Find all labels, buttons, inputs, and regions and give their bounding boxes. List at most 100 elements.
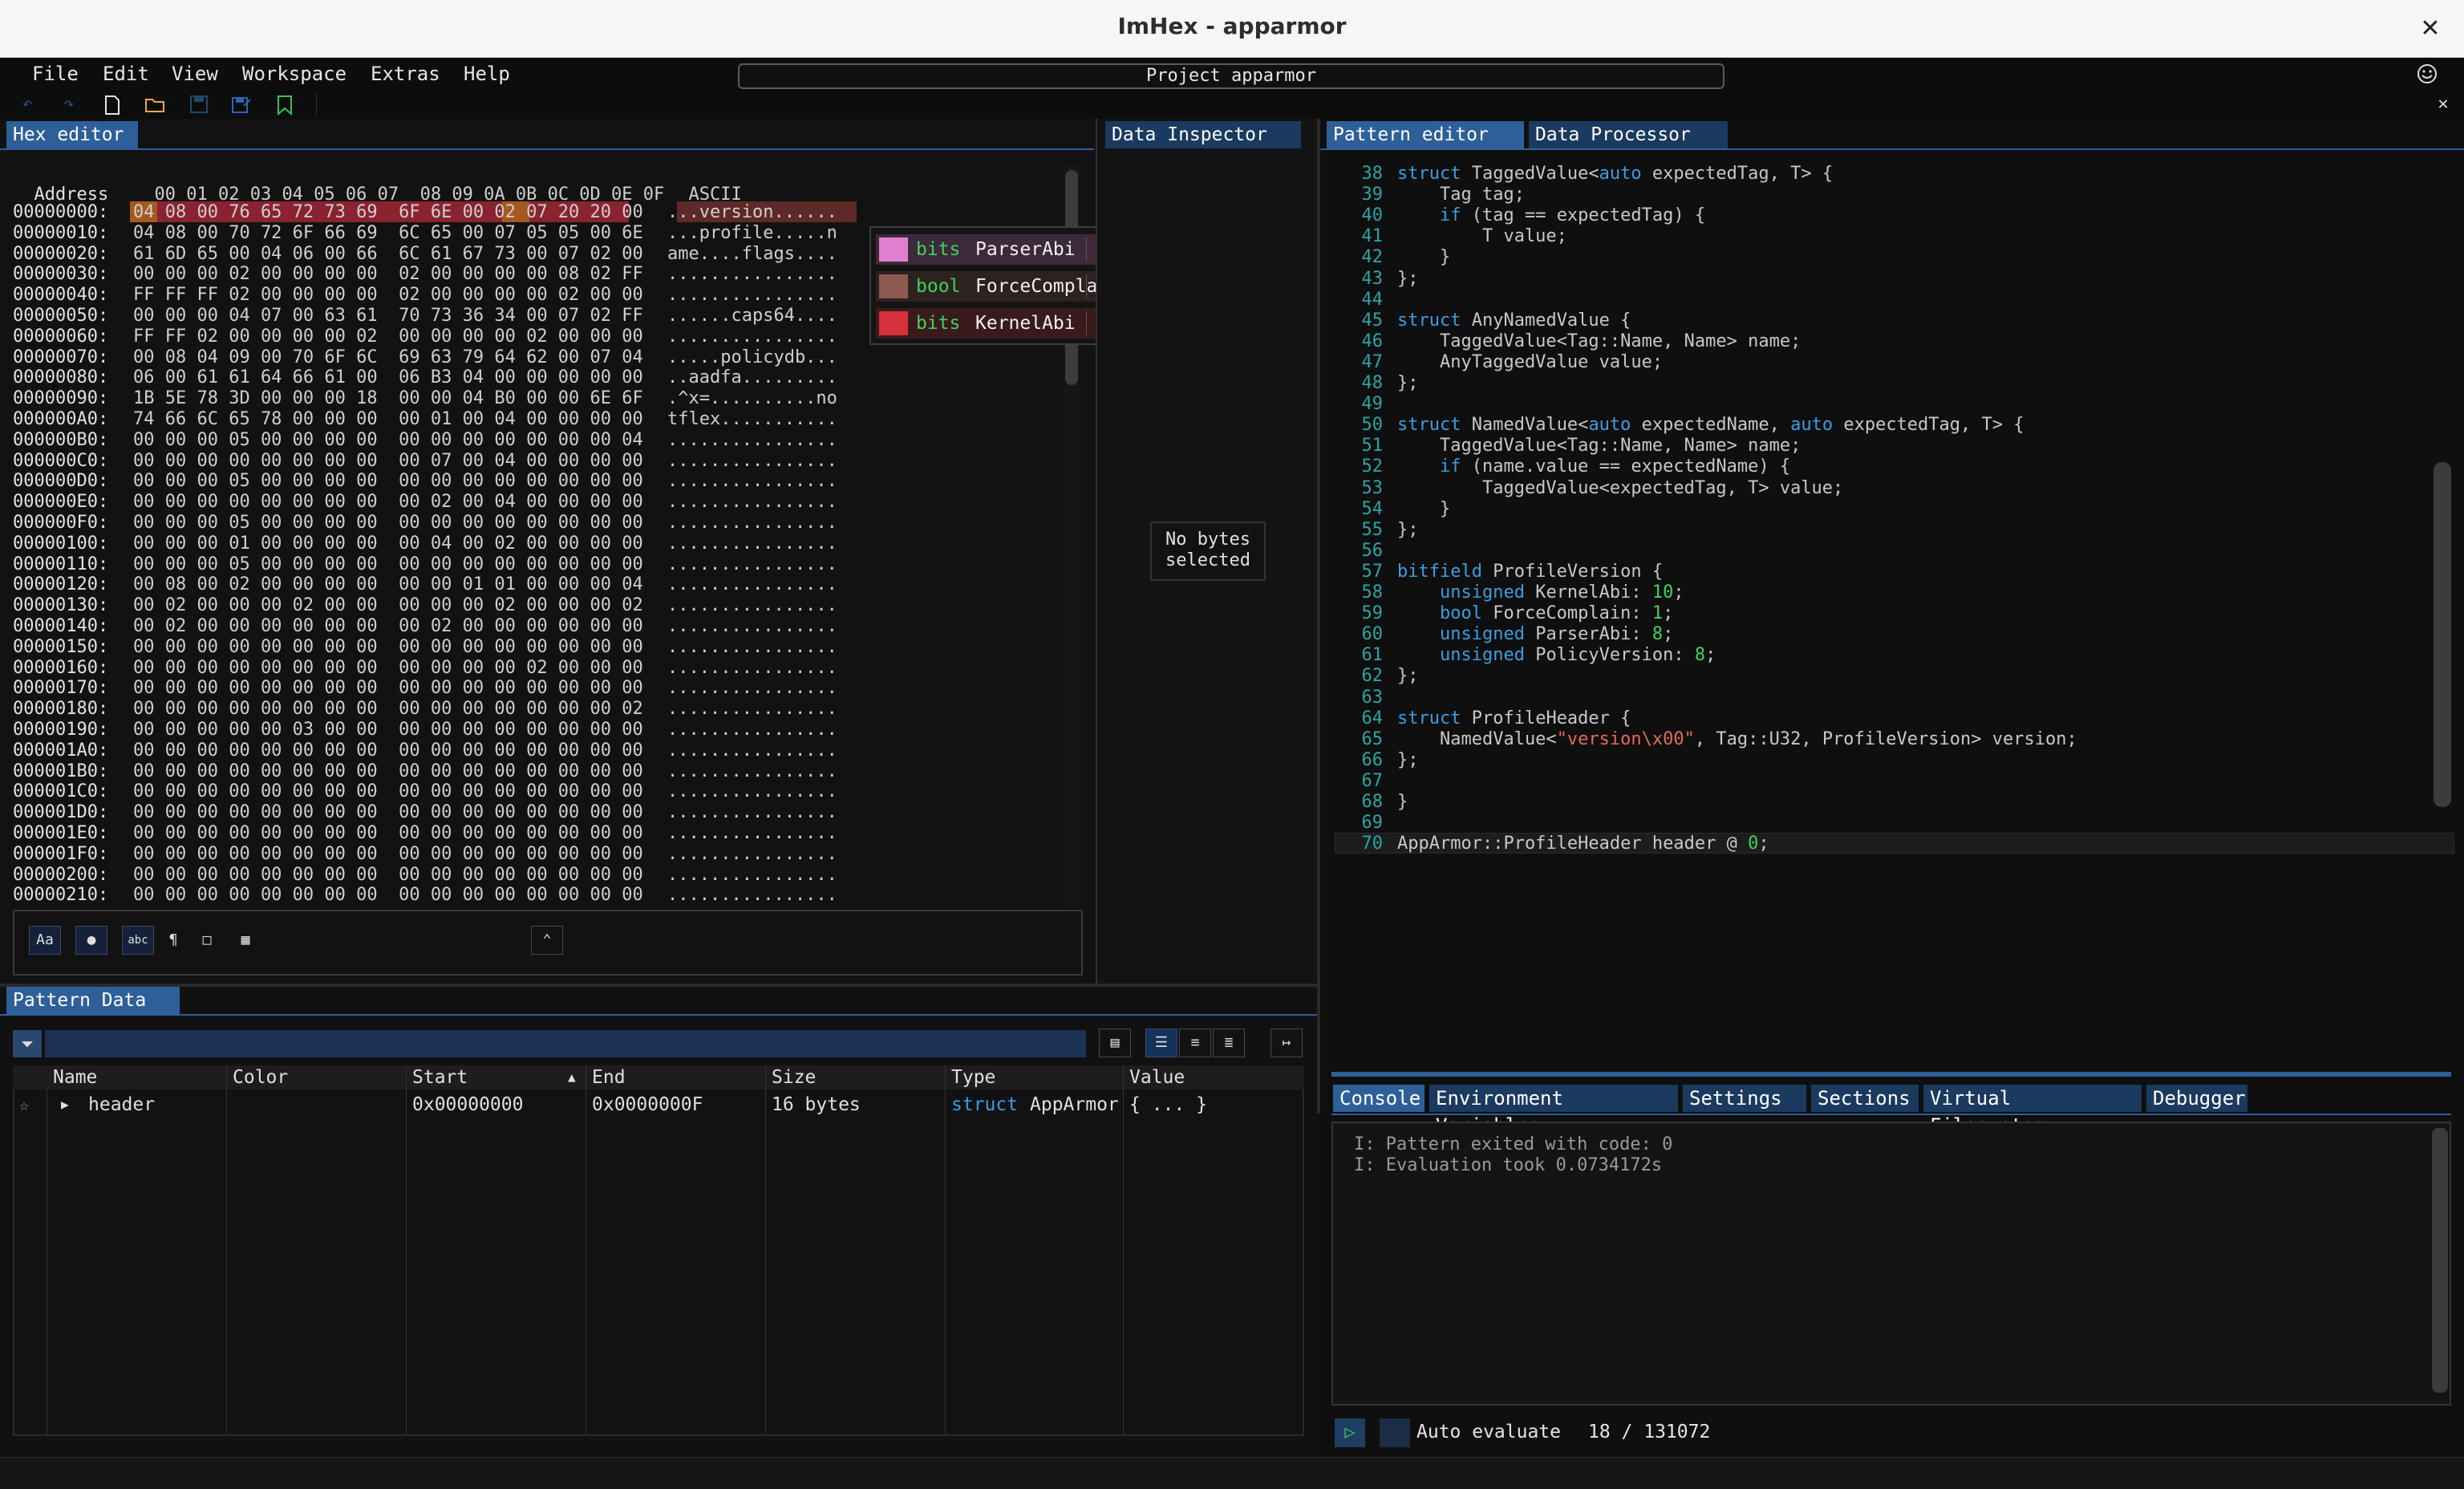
- hex-ascii[interactable]: ................: [667, 327, 837, 347]
- hex-row[interactable]: 00000160: 00 00 00 00 00 00 00 00 00 00 0…: [13, 658, 837, 679]
- code-line[interactable]: 50 struct NamedValue<auto expectedName, a…: [1335, 415, 2024, 436]
- code-line[interactable]: 54 }: [1335, 499, 1451, 520]
- code-line[interactable]: 61 unsigned PolicyVersion: 8;: [1335, 645, 1716, 666]
- hex-bytes[interactable]: 04 08 00 70 72 6F 66 69 6C 65 00 07 05 0…: [133, 223, 667, 244]
- hex-row[interactable]: 00000120: 00 08 00 02 00 00 00 00 00 00 0…: [13, 574, 837, 595]
- code-line[interactable]: 59 bool ForceComplain: 1;: [1335, 603, 1674, 624]
- col-color[interactable]: Color: [233, 1065, 288, 1089]
- menu-edit[interactable]: Edit: [103, 63, 149, 85]
- hex-ascii[interactable]: ................: [667, 534, 837, 554]
- hex-bytes[interactable]: 1B 5E 78 3D 00 00 00 18 00 00 04 B0 00 0…: [133, 388, 667, 409]
- table-icon[interactable]: ▦: [229, 926, 261, 955]
- hex-ascii[interactable]: ................: [667, 285, 837, 306]
- code-line[interactable]: 65 NamedValue<"version\x00", Tag::U32, P…: [1335, 729, 2077, 750]
- hex-row[interactable]: 00000020: 61 6D 65 00 04 06 00 66 6C 61 6…: [13, 244, 837, 265]
- hex-row[interactable]: 00000050: 00 00 00 04 07 00 63 61 70 73 3…: [13, 306, 837, 327]
- hex-row[interactable]: 000001B0: 00 00 00 00 00 00 00 00 00 00 0…: [13, 761, 837, 782]
- code-line[interactable]: 58 unsigned KernelAbi: 10;: [1335, 582, 1684, 603]
- col-value[interactable]: Value: [1129, 1065, 1185, 1089]
- code-line[interactable]: 67: [1335, 771, 1397, 792]
- hex-row[interactable]: 00000030: 00 00 00 02 00 00 00 00 02 00 0…: [13, 264, 837, 285]
- hex-row[interactable]: 00000100: 00 00 00 01 00 00 00 00 00 04 0…: [13, 534, 837, 554]
- code-line[interactable]: 69: [1335, 813, 1397, 834]
- hex-ascii[interactable]: tflex...........: [667, 409, 837, 430]
- hex-row[interactable]: 000001F0: 00 00 00 00 00 00 00 00 00 00 0…: [13, 844, 837, 865]
- hex-bytes[interactable]: 00 00 00 05 00 00 00 00 00 00 00 00 00 0…: [133, 554, 667, 575]
- hex-ascii[interactable]: ................: [667, 554, 837, 575]
- hex-row[interactable]: 00000000: 04 08 00 76 65 72 73 69 6F 6E 0…: [13, 202, 837, 223]
- hex-bytes[interactable]: 00 00 00 05 00 00 00 00 00 00 00 00 00 0…: [133, 430, 667, 451]
- hex-row[interactable]: 000001E0: 00 00 00 00 00 00 00 00 00 00 0…: [13, 823, 837, 844]
- hex-bytes[interactable]: 74 66 6C 65 78 00 00 00 00 01 00 04 00 0…: [133, 409, 667, 430]
- hex-bytes[interactable]: 00 00 00 00 00 00 00 00 00 00 00 00 00 0…: [133, 637, 667, 658]
- hex-bytes[interactable]: 00 00 00 01 00 00 00 00 00 04 00 02 00 0…: [133, 534, 667, 554]
- tab-settings[interactable]: Settings: [1683, 1085, 1806, 1112]
- code-line[interactable]: 49: [1335, 394, 1397, 415]
- code-line[interactable]: 41 T value;: [1335, 226, 1567, 247]
- hex-ascii[interactable]: ame....flags....: [667, 244, 837, 265]
- col-size[interactable]: Size: [772, 1065, 816, 1089]
- hex-ascii[interactable]: ................: [667, 781, 837, 802]
- code-line[interactable]: 64 struct ProfileHeader {: [1335, 708, 1631, 729]
- open-folder-icon[interactable]: [144, 96, 167, 114]
- hex-ascii[interactable]: ................: [667, 471, 837, 492]
- hex-row[interactable]: 00000190: 00 00 00 00 00 03 00 00 00 00 0…: [13, 720, 837, 740]
- hex-bytes[interactable]: FF FF 02 00 00 00 00 02 00 00 00 00 02 0…: [133, 327, 667, 347]
- code-line[interactable]: 43};: [1335, 269, 1419, 290]
- code-line[interactable]: 47 AnyTaggedValue value;: [1335, 352, 1664, 373]
- hex-ascii[interactable]: ................: [667, 451, 837, 472]
- hex-row[interactable]: 00000010: 04 08 00 70 72 6F 66 69 6C 65 0…: [13, 223, 837, 244]
- hex-row[interactable]: 000000B0: 00 00 00 05 00 00 00 00 00 00 0…: [13, 430, 837, 451]
- hex-ascii[interactable]: ................: [667, 616, 837, 637]
- hex-bytes[interactable]: 00 00 00 00 00 00 00 00 00 00 00 00 00 0…: [133, 823, 667, 844]
- hex-row[interactable]: 00000110: 00 00 00 05 00 00 00 00 00 00 0…: [13, 554, 837, 575]
- code-line[interactable]: 53 TaggedValue<expectedTag, T> value;: [1335, 478, 1844, 499]
- hex-row[interactable]: 000000F0: 00 00 00 05 00 00 00 00 00 00 0…: [13, 513, 837, 534]
- hex-ascii[interactable]: ................: [667, 844, 837, 865]
- hex-ascii[interactable]: ................: [667, 595, 837, 616]
- hex-ascii[interactable]: ................: [667, 637, 837, 658]
- chevron-up-icon[interactable]: ⌃: [531, 926, 563, 955]
- hex-row[interactable]: 00000150: 00 00 00 00 00 00 00 00 00 00 0…: [13, 637, 837, 658]
- favorite-star-icon[interactable]: ☆: [19, 1093, 29, 1117]
- hex-bytes[interactable]: 00 00 00 05 00 00 00 00 00 00 00 00 00 0…: [133, 471, 667, 492]
- lightbulb-icon[interactable]: ●: [75, 926, 107, 955]
- code-line[interactable]: 60 unsigned ParserAbi: 8;: [1335, 624, 1674, 645]
- hex-ascii[interactable]: ................: [667, 720, 837, 740]
- console-scrollbar[interactable]: [2432, 1128, 2448, 1393]
- bookmark-icon[interactable]: [276, 95, 294, 116]
- hex-bytes[interactable]: 00 00 00 00 00 00 00 00 00 00 00 00 02 0…: [133, 658, 667, 679]
- undo-icon[interactable]: ↶: [16, 93, 38, 116]
- hex-row[interactable]: 00000200: 00 00 00 00 00 00 00 00 00 00 0…: [13, 865, 837, 886]
- code-line[interactable]: 66};: [1335, 750, 1419, 771]
- hex-ascii[interactable]: ................: [667, 823, 837, 844]
- auto-evaluate-checkbox[interactable]: [1380, 1418, 1410, 1447]
- code-line[interactable]: 46 TaggedValue<Tag::Name, Name> name;: [1335, 331, 1801, 352]
- hex-ascii[interactable]: ................: [667, 865, 837, 886]
- hex-bytes[interactable]: 00 08 04 09 00 70 6F 6C 69 63 79 64 62 0…: [133, 347, 667, 368]
- hex-bytes[interactable]: 00 00 00 00 00 00 00 00 00 00 00 00 00 0…: [133, 865, 667, 886]
- hex-row[interactable]: 00000090: 1B 5E 78 3D 00 00 00 18 00 00 0…: [13, 388, 837, 409]
- table-row[interactable]: ☆ ▶ header 0x00000000 0x0000000F 16 byte…: [13, 1093, 1304, 1117]
- hex-bytes[interactable]: 00 00 00 00 00 00 00 00 00 00 00 00 00 0…: [133, 678, 667, 699]
- code-line[interactable]: 63: [1335, 688, 1397, 708]
- hex-row[interactable]: 000000C0: 00 00 00 00 00 00 00 00 00 07 0…: [13, 451, 837, 472]
- code-line[interactable]: 68}: [1335, 792, 1408, 813]
- tab-data-processor[interactable]: Data Processor: [1529, 121, 1728, 148]
- hex-row[interactable]: 00000060: FF FF 02 00 00 00 00 02 00 00 0…: [13, 327, 837, 347]
- menu-extras[interactable]: Extras: [371, 63, 440, 85]
- hex-ascii[interactable]: ................: [667, 574, 837, 595]
- hex-row[interactable]: 000000E0: 00 00 00 00 00 00 00 00 00 02 0…: [13, 492, 837, 513]
- hex-row[interactable]: 000000A0: 74 66 6C 65 78 00 00 00 00 01 0…: [13, 409, 837, 430]
- hex-ascii[interactable]: ......caps64....: [667, 306, 837, 327]
- hex-bytes[interactable]: 61 6D 65 00 04 06 00 66 6C 61 67 73 00 0…: [133, 244, 667, 265]
- book-view-icon[interactable]: ▤: [1099, 1029, 1131, 1057]
- hex-row[interactable]: 00000080: 06 00 61 61 64 66 61 00 06 B3 0…: [13, 367, 837, 388]
- filter-icon[interactable]: ⏷: [13, 1030, 42, 1057]
- code-line[interactable]: 45 struct AnyNamedValue {: [1335, 310, 1631, 331]
- hex-row[interactable]: 00000040: FF FF FF 02 00 00 00 00 02 00 0…: [13, 285, 837, 306]
- hex-row[interactable]: 00000180: 00 00 00 00 00 00 00 00 00 00 0…: [13, 699, 837, 720]
- col-name[interactable]: Name: [53, 1065, 97, 1089]
- code-line[interactable]: 52 if (name.value == expectedName) {: [1335, 456, 1791, 477]
- tab-debugger[interactable]: Debugger: [2146, 1085, 2247, 1112]
